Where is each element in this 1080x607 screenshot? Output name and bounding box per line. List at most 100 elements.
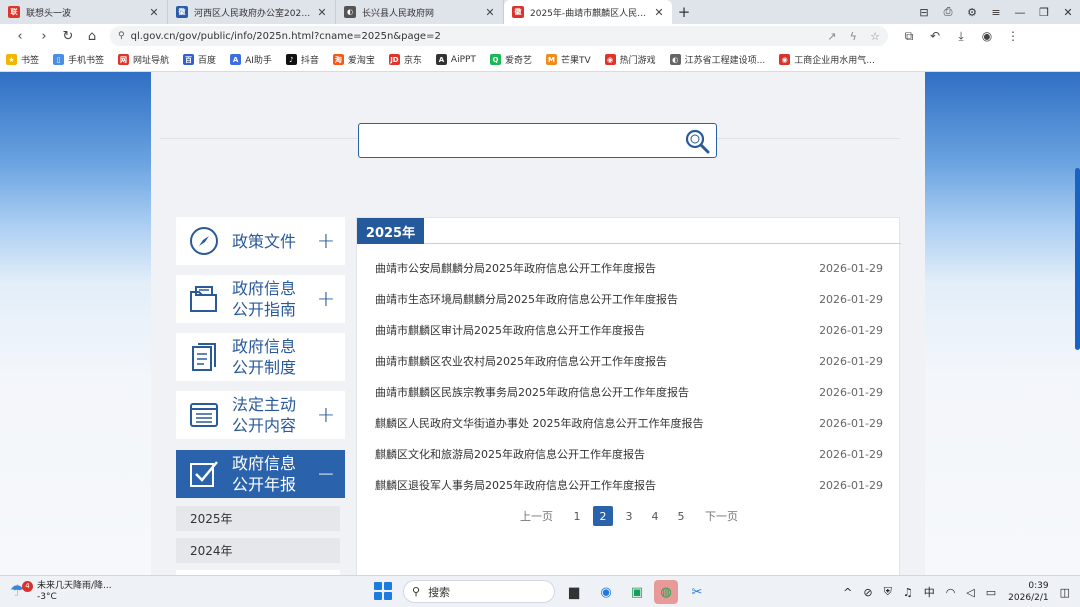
close-tab-icon[interactable]: ✕ — [652, 6, 666, 19]
list-item-title[interactable]: 麒麟区退役军人事务局2025年政府信息公开工作年度报告 — [375, 477, 656, 493]
home-icon[interactable]: ⌂ — [80, 29, 104, 44]
snipping-tool-icon[interactable]: ✂ — [685, 580, 709, 604]
expand-icon[interactable]: + — [307, 403, 345, 428]
expand-icon[interactable]: + — [307, 229, 345, 254]
collapse-icon[interactable]: − — [307, 462, 345, 487]
bookmark-item[interactable]: A AI助手 — [230, 53, 272, 66]
list-item[interactable]: 麒麟区文化和旅游局2025年政府信息公开工作年度报告 2026-01-29 — [375, 443, 883, 465]
back-icon[interactable]: ‹ — [8, 29, 32, 44]
bookmark-item[interactable]: 网网址导航 — [118, 53, 169, 66]
page-button[interactable]: 1 — [567, 506, 587, 526]
expand-icon[interactable]: + — [307, 287, 345, 312]
sidebar-subitem-2024[interactable]: 2024年 — [176, 538, 340, 563]
more-icon[interactable]: ⋮ — [1000, 29, 1026, 44]
tab-list-icon[interactable]: ⊟ — [912, 6, 936, 19]
menu-icon[interactable]: ≡ — [984, 6, 1008, 19]
bookmark-item[interactable]: 淘爱淘宝 — [332, 53, 375, 66]
site-info-icon[interactable]: ⚲ — [118, 31, 125, 41]
extensions-icon[interactable]: ⚙ — [960, 6, 984, 19]
forward-icon[interactable]: › — [32, 29, 56, 44]
monitor-app-icon[interactable]: ▣ — [625, 580, 649, 604]
bookmark-item[interactable]: 百百度 — [183, 53, 216, 66]
list-item[interactable]: 曲靖市麒麟区农业农村局2025年政府信息公开工作年度报告 2026-01-29 — [375, 350, 883, 372]
url-input[interactable]: ⚲ ql.gov.cn/gov/public/info/2025n.html?c… — [110, 26, 888, 46]
search-input[interactable] — [358, 123, 717, 158]
prev-page-button[interactable]: 上一页 — [512, 506, 561, 526]
ime-indicator[interactable]: 中 — [924, 584, 935, 600]
list-item-title[interactable]: 麒麟区人民政府文华街道办事处 2025年政府信息公开工作年度报告 — [375, 415, 704, 431]
battery-icon[interactable]: ▭ — [986, 586, 996, 599]
sidebar-item-annual-report[interactable]: 政府信息公开年报 − — [176, 450, 345, 498]
list-item-title[interactable]: 曲靖市生态环境局麒麟分局2025年政府信息公开工作年度报告 — [375, 291, 678, 307]
list-item[interactable]: 麒麟区人民政府文华街道办事处 2025年政府信息公开工作年度报告 2026-01-… — [375, 412, 883, 434]
page-scrollbar[interactable] — [1075, 168, 1080, 350]
list-item-title[interactable]: 曲靖市麒麟区审计局2025年政府信息公开工作年度报告 — [375, 322, 645, 338]
close-tab-icon[interactable]: ✕ — [315, 6, 329, 19]
next-page-button[interactable]: 下一页 — [697, 506, 746, 526]
close-window-icon[interactable]: ✕ — [1056, 6, 1080, 19]
list-item-title[interactable]: 麒麟区文化和旅游局2025年政府信息公开工作年度报告 — [375, 446, 645, 462]
sidebar-item-disclosure-system[interactable]: 政府信息公开制度 — [176, 333, 345, 381]
bookmark-item[interactable]: ▯ 手机书签 — [53, 53, 104, 66]
wechat-icon[interactable]: ◍ — [654, 580, 678, 604]
file-manager-icon[interactable]: ▆ — [562, 580, 586, 604]
security-icon[interactable]: ⛨ — [884, 585, 892, 599]
bookmark-item[interactable]: M 芒果TV — [545, 53, 591, 66]
minimize-icon[interactable]: — — [1008, 6, 1032, 19]
list-item-title[interactable]: 曲靖市公安局麒麟分局2025年政府信息公开工作年度报告 — [375, 260, 656, 276]
new-tab-button[interactable]: + — [672, 0, 696, 24]
list-item-title[interactable]: 曲靖市麒麟区农业农村局2025年政府信息公开工作年度报告 — [375, 353, 667, 369]
list-item[interactable]: 麒麟区退役军人事务局2025年政府信息公开工作年度报告 2026-01-29 — [375, 474, 883, 496]
notifications-icon[interactable]: ◫ — [1060, 586, 1070, 599]
star-icon[interactable]: ☆ — [870, 30, 880, 43]
sidebar-subitem-2025[interactable]: 2025年 — [176, 506, 340, 531]
weather-widget[interactable]: ☂ 4 未来几天降雨/降... -3°C — [10, 579, 130, 605]
browser-tab[interactable]: ◐ 长兴县人民政府网 ✕ — [336, 0, 504, 24]
list-item[interactable]: 曲靖市麒麟区民族宗教事务局2025年政府信息公开工作年度报告 2026-01-29 — [375, 381, 883, 403]
undo-icon[interactable]: ↶ — [922, 29, 948, 44]
browser-tab[interactable]: 联 联想头一波 ✕ — [0, 0, 168, 24]
microphone-icon[interactable]: ♫ — [903, 586, 913, 599]
bookmark-item[interactable]: ◉ 热门游戏 — [604, 53, 656, 66]
bookmark-label: AiPPT — [450, 54, 476, 65]
network-off-icon[interactable]: ⊘ — [863, 586, 872, 599]
search-icon[interactable] — [684, 128, 710, 154]
sidebar-item-policy-documents[interactable]: 政策文件 + — [176, 217, 345, 265]
page-button[interactable]: 3 — [619, 506, 639, 526]
lightning-icon[interactable]: ϟ — [850, 30, 857, 43]
list-item[interactable]: 曲靖市公安局麒麟分局2025年政府信息公开工作年度报告 2026-01-29 — [375, 257, 883, 279]
taskbar-search[interactable]: ⚲ 搜索 — [403, 580, 555, 603]
page-button[interactable]: 4 — [645, 506, 665, 526]
windows-start-icon[interactable] — [374, 582, 392, 600]
list-item[interactable]: 曲靖市麒麟区审计局2025年政府信息公开工作年度报告 2026-01-29 — [375, 319, 883, 341]
browser-tab[interactable]: 徽 河西区人民政府办公室2025年政府 ✕ — [168, 0, 336, 24]
close-tab-icon[interactable]: ✕ — [483, 6, 497, 19]
account-icon[interactable]: ◉ — [974, 29, 1000, 44]
browser-tab-active[interactable]: 徽 2025年-曲靖市麒麟区人民政府-政 ✕ — [504, 0, 672, 24]
page-button-current[interactable]: 2 — [593, 506, 613, 526]
sidebar-item-disclosure-guide[interactable]: 政府信息公开指南 + — [176, 275, 345, 323]
list-item[interactable]: 曲靖市生态环境局麒麟分局2025年政府信息公开工作年度报告 2026-01-29 — [375, 288, 883, 310]
download-icon[interactable]: ⤓ — [948, 29, 974, 44]
maximize-icon[interactable]: ❐ — [1032, 6, 1056, 19]
clock[interactable]: 0:39 2026/2/1 — [1008, 580, 1048, 604]
page-button[interactable]: 5 — [671, 506, 691, 526]
bookmark-item[interactable]: JD 京东 — [388, 53, 422, 66]
sidebar-item-statutory-content[interactable]: 法定主动公开内容 + — [176, 391, 345, 439]
bookmark-item[interactable]: A AiPPT — [435, 54, 476, 65]
volume-icon[interactable]: ◁ — [966, 586, 974, 599]
bookmark-item[interactable]: ◉ 工商企业用水用气... — [779, 53, 875, 66]
bookmark-item[interactable]: Q 爱奇艺 — [489, 53, 532, 66]
bookmark-item[interactable]: ◐ 江苏省工程建设项... — [669, 53, 765, 66]
share-icon[interactable]: ↗ — [827, 30, 836, 43]
close-tab-icon[interactable]: ✕ — [147, 6, 161, 19]
reload-icon[interactable]: ↻ — [56, 29, 80, 44]
wifi-icon[interactable]: ◠ — [946, 586, 956, 599]
print-icon[interactable]: ⎙ — [936, 5, 960, 19]
bookmark-item[interactable]: ♪ 抖音 — [285, 53, 319, 66]
bookmark-item[interactable]: ★ 书签 — [6, 53, 39, 66]
edge-browser-icon[interactable]: ◉ — [594, 580, 618, 604]
show-hidden-icons-icon[interactable]: ^ — [843, 586, 852, 599]
list-item-title[interactable]: 曲靖市麒麟区民族宗教事务局2025年政府信息公开工作年度报告 — [375, 384, 689, 400]
extension-icon[interactable]: ⧉ — [896, 29, 922, 44]
